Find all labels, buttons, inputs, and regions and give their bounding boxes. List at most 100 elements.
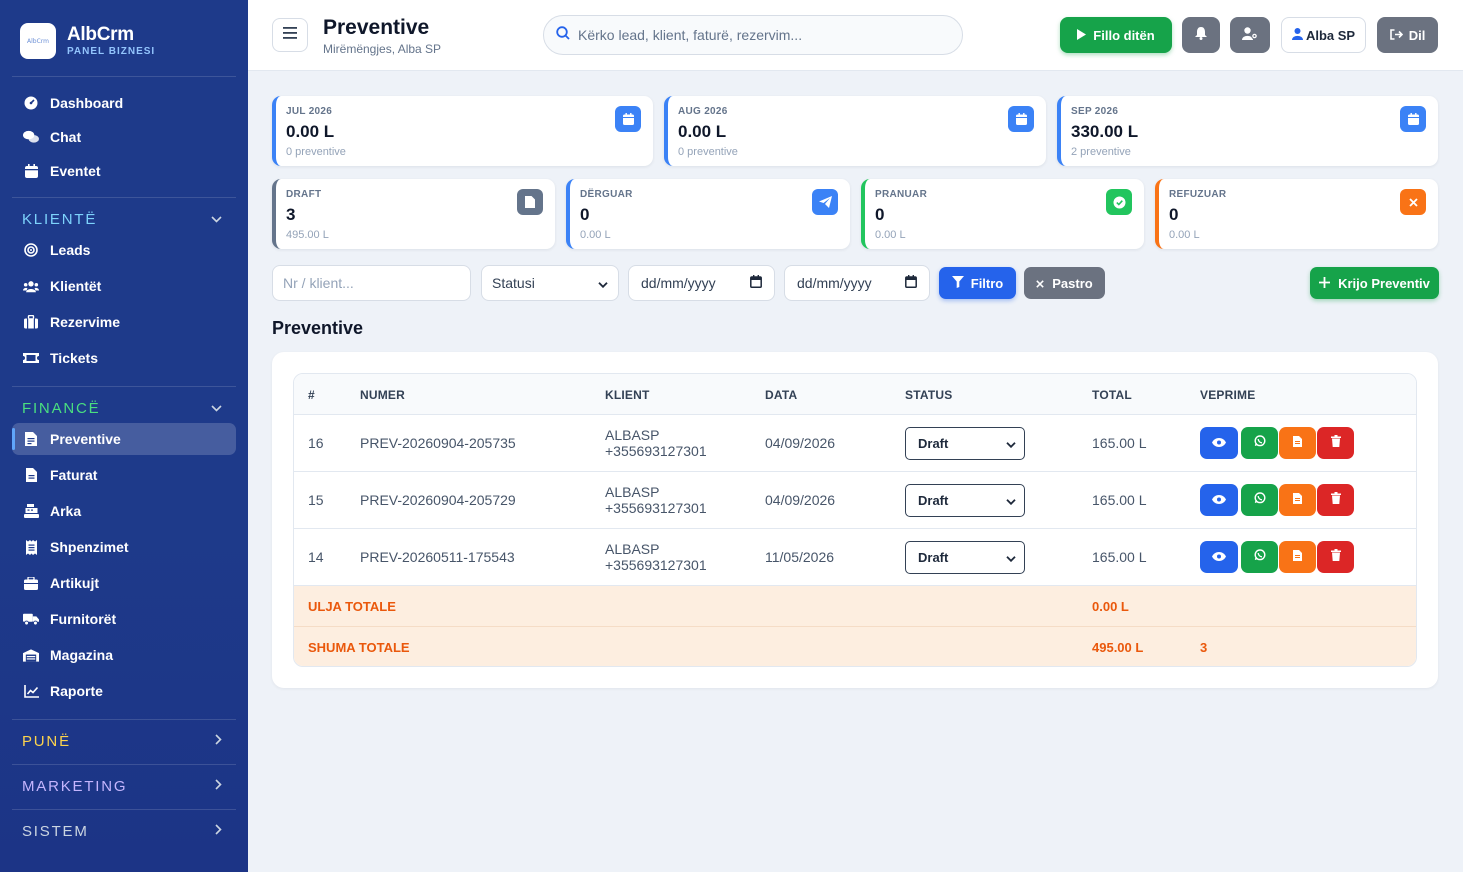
sidebar-item-label: Magazina — [50, 647, 114, 663]
row-id: 14 — [308, 549, 324, 565]
sidebar-section-sistem[interactable]: SISTEM — [22, 820, 232, 842]
pdf-button[interactable] — [1279, 541, 1316, 573]
user-cog-icon — [1242, 27, 1258, 43]
month-stat-card: AUG 2026 0.00 L 0 preventive — [664, 96, 1046, 166]
chevron-right-icon — [215, 824, 222, 838]
date-from-input[interactable]: dd/mm/yyyy — [628, 265, 775, 301]
status-filter-select[interactable]: Statusi — [481, 265, 619, 301]
search-icon — [556, 25, 570, 45]
user-management-button[interactable] — [1230, 17, 1270, 53]
sidebar-section-klientet[interactable]: KLIENTË — [22, 208, 232, 230]
status-select[interactable]: Draft — [905, 541, 1025, 574]
view-button[interactable] — [1200, 427, 1238, 459]
filter-search-input[interactable] — [272, 265, 471, 301]
whatsapp-button[interactable] — [1241, 484, 1278, 516]
pdf-button[interactable] — [1279, 427, 1316, 459]
file-icon — [1293, 434, 1302, 452]
global-search[interactable] — [543, 15, 963, 55]
delete-button[interactable] — [1317, 484, 1354, 516]
calendar-icon[interactable] — [750, 275, 762, 291]
stat-value: 0 — [875, 205, 885, 224]
pdf-button[interactable] — [1279, 484, 1316, 516]
row-number[interactable]: PREV-20260511-175543 — [360, 549, 515, 565]
calendar-icon[interactable] — [905, 275, 917, 291]
sidebar-item-arka[interactable]: Arka — [12, 495, 236, 527]
sidebar-section-pune[interactable]: PUNË — [22, 730, 232, 752]
notifications-button[interactable] — [1182, 17, 1220, 53]
status-select[interactable]: Draft — [905, 427, 1025, 460]
eye-icon — [1212, 491, 1226, 509]
sidebar-item-raporte[interactable]: Raporte — [12, 675, 236, 707]
suitcase-icon — [23, 314, 39, 330]
delete-button[interactable] — [1317, 541, 1354, 573]
brand-subtitle: PANEL BIZNESI — [67, 46, 156, 57]
whatsapp-button[interactable] — [1241, 427, 1278, 459]
brand-name: AlbCrm — [67, 24, 134, 45]
bell-icon — [1195, 27, 1207, 43]
whatsapp-icon — [1253, 491, 1266, 509]
sidebar-item-label: Raporte — [50, 683, 103, 699]
sidebar-item-chat[interactable]: Chat — [12, 121, 236, 153]
users-icon — [23, 278, 39, 294]
view-button[interactable] — [1200, 541, 1238, 573]
sidebar-divider — [12, 809, 236, 810]
sidebar-item-tickets[interactable]: Tickets — [12, 342, 236, 374]
create-preventiv-button[interactable]: Krijo Preventiv — [1310, 267, 1439, 299]
page-title: Preventive — [323, 16, 430, 39]
search-input[interactable] — [578, 27, 938, 43]
whatsapp-button[interactable] — [1241, 541, 1278, 573]
sidebar-item-label: Chat — [50, 129, 82, 145]
bullseye-icon — [23, 242, 39, 258]
funnel-icon — [951, 275, 964, 291]
sidebar-section-marketing[interactable]: MARKETING — [22, 775, 232, 797]
sidebar-item-faturat[interactable]: Faturat — [12, 459, 236, 491]
sidebar-section-financa[interactable]: FINANCË — [22, 397, 232, 419]
table-row[interactable]: 16 PREV-20260904-205735 ALBASP +35569312… — [294, 415, 1416, 472]
chat-icon — [23, 129, 39, 145]
sign-out-icon — [1389, 28, 1403, 43]
sidebar-item-dashboard[interactable]: Dashboard — [12, 87, 236, 119]
stat-value: 0 — [580, 205, 590, 224]
brand[interactable]: AlbCrm AlbCrm PANEL BIZNESI — [20, 23, 155, 59]
logout-button[interactable]: Dil — [1377, 17, 1438, 53]
sidebar-item-klientet[interactable]: Klientët — [12, 270, 236, 302]
delete-button[interactable] — [1317, 427, 1354, 459]
sidebar-item-preventive[interactable]: Preventive — [12, 423, 236, 455]
sidebar-item-rezervime[interactable]: Rezervime — [12, 306, 236, 338]
view-button[interactable] — [1200, 484, 1238, 516]
column-header: TOTAL — [1092, 388, 1132, 402]
sidebar-item-furnitoret[interactable]: Furnitorët — [12, 603, 236, 635]
row-total: 165.00 L — [1092, 492, 1147, 508]
date-to-input[interactable]: dd/mm/yyyy — [784, 265, 930, 301]
row-number[interactable]: PREV-20260904-205729 — [360, 492, 516, 508]
sidebar-divider — [12, 386, 236, 387]
filter-button[interactable]: Filtro — [939, 267, 1016, 299]
sidebar-divider — [12, 764, 236, 765]
sidebar-item-shpenzimet[interactable]: Shpenzimet — [12, 531, 236, 563]
status-select[interactable]: Draft — [905, 484, 1025, 517]
sidebar-item-artikujt[interactable]: Artikujt — [12, 567, 236, 599]
client-name: ALBASP — [605, 484, 660, 500]
table-row[interactable]: 15 PREV-20260904-205729 ALBASP +35569312… — [294, 472, 1416, 529]
client-phone: +355693127301 — [605, 443, 707, 459]
row-client: ALBASP +355693127301 — [605, 541, 707, 573]
trash-icon — [1330, 548, 1341, 566]
user-profile-button[interactable]: Alba SP — [1281, 17, 1366, 53]
month-stat-card: SEP 2026 330.00 L 2 preventive — [1057, 96, 1438, 166]
sidebar-item-leads[interactable]: Leads — [12, 234, 236, 266]
eye-icon — [1212, 434, 1226, 452]
discount-label: ULJA TOTALE — [308, 599, 396, 614]
clear-filters-button[interactable]: Pastro — [1024, 267, 1105, 299]
sidebar-item-magazina[interactable]: Magazina — [12, 639, 236, 671]
calendar-icon — [1008, 106, 1034, 132]
section-title: PUNË — [22, 732, 71, 750]
start-day-button[interactable]: Fillo ditën — [1060, 17, 1172, 53]
row-number[interactable]: PREV-20260904-205735 — [360, 435, 516, 451]
chevron-down-icon — [1006, 436, 1016, 451]
table-row[interactable]: 14 PREV-20260511-175543 ALBASP +35569312… — [294, 529, 1416, 586]
stat-sub: 0.00 L — [875, 229, 906, 241]
menu-toggle-button[interactable] — [272, 18, 308, 52]
section-title: MARKETING — [22, 777, 128, 795]
stat-value: 0 — [1169, 205, 1179, 224]
sidebar-item-eventet[interactable]: Eventet — [12, 155, 236, 187]
